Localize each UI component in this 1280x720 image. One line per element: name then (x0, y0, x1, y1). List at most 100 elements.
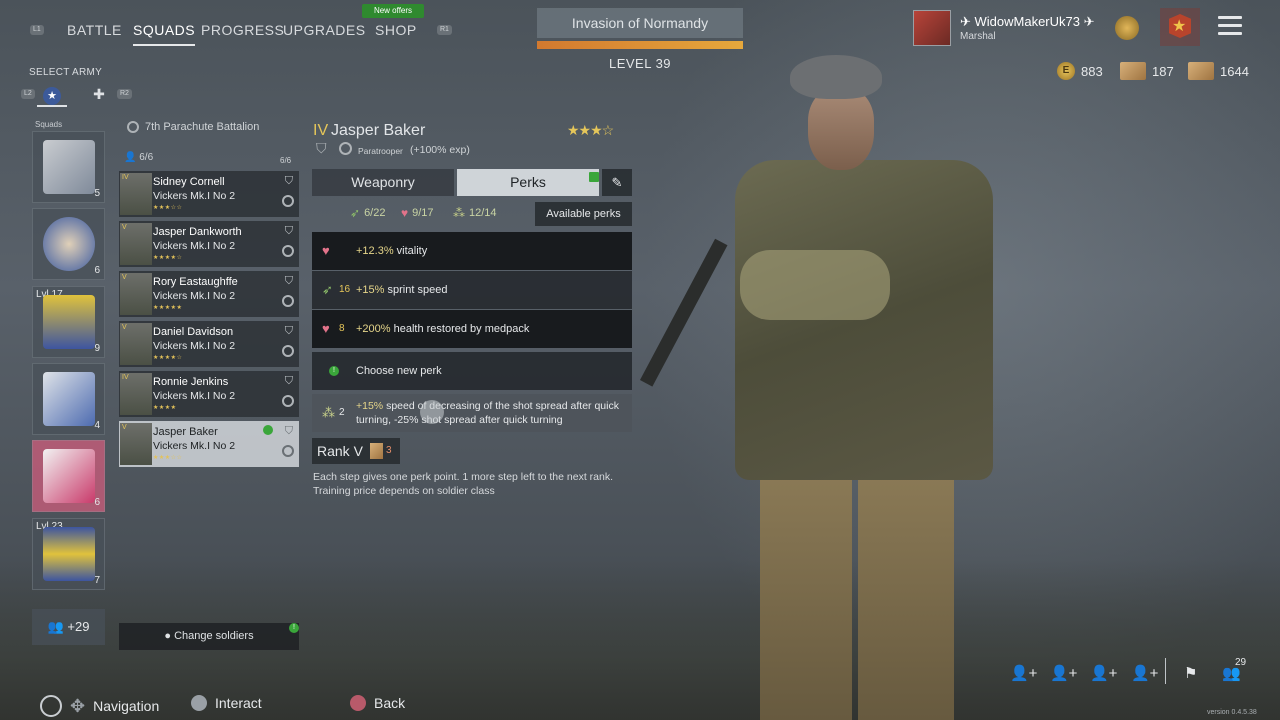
add-soldier-icon[interactable]: 👤+ (1131, 664, 1158, 682)
heart-icon: ♥ (322, 321, 330, 336)
perk-highlight: +15% (356, 284, 385, 296)
squad-card[interactable]: 6 (32, 208, 105, 280)
pencil-icon: ✎ (611, 175, 623, 190)
squad-count: 4 (94, 420, 100, 431)
tab-perks[interactable]: Perks (457, 169, 599, 196)
rank-star-icon[interactable]: ★ (1160, 8, 1200, 46)
add-soldier-icon[interactable]: 👤+ (1010, 664, 1037, 682)
add-soldier-icon[interactable]: 👤+ (1090, 664, 1117, 682)
perk-row-focused[interactable]: ⁂ 2 +15% speed of decreasing of the shot… (312, 394, 632, 432)
ticket-a-amount: 187 (1152, 63, 1174, 79)
info-icon: ! (329, 366, 339, 376)
perk-text: +15% speed of decreasing of the shot spr… (356, 399, 626, 427)
army-axis-tab[interactable]: ✚ (88, 84, 110, 104)
soldier-row[interactable]: V Jasper Dankworth Vickers Mk.I No 2 ★★★… (119, 221, 299, 267)
parachute-icon: ⛉ (284, 425, 293, 437)
army-allies-tab[interactable]: ★ (37, 84, 67, 107)
tab-shop[interactable]: SHOP (375, 22, 417, 38)
soldier-row[interactable]: V Rory Eastaughffe Vickers Mk.I No 2 ★★★… (119, 271, 299, 317)
points-value: 12/14 (469, 207, 497, 219)
perk-description: sprint speed (384, 284, 448, 296)
squad-card[interactable]: Lvl 17 9 (32, 286, 105, 358)
username-text: WidowMakerUk73 (974, 14, 1080, 29)
soldier-portrait: IV (120, 373, 152, 415)
parachute-icon: ⛉ (284, 175, 293, 187)
soldier-weapon: Vickers Mk.I No 2 (153, 190, 236, 202)
event-title[interactable]: Invasion of Normandy (537, 8, 743, 38)
soldier-beret (790, 55, 882, 99)
soldier-row[interactable]: IV Ronnie Jenkins Vickers Mk.I No 2 ★★★★… (119, 371, 299, 417)
gold-currency: E 883 (1057, 62, 1103, 80)
back-hint[interactable]: Back (350, 695, 405, 711)
username[interactable]: ✈ WidowMakerUk73 ✈ (960, 14, 1095, 30)
rank-up-button[interactable]: Rank V 3 (312, 438, 400, 464)
soldier-weapon: Vickers Mk.I No 2 (153, 390, 236, 402)
perk-text: Choose new perk (356, 365, 442, 377)
soldier-rank: V (122, 424, 127, 431)
parachute-icon: ⛉ (284, 325, 293, 337)
soldier-row[interactable]: IV Sidney Cornell Vickers Mk.I No 2 ★★★☆… (119, 171, 299, 217)
perk-text: +200% health restored by medpack (356, 323, 529, 335)
class-badge-icon (339, 142, 352, 155)
avatar[interactable] (913, 10, 951, 46)
add-soldier-icon[interactable]: 👤+ (1050, 664, 1077, 682)
detail-rank: IV (313, 122, 329, 139)
choose-perk-row[interactable]: ! Choose new perk (312, 352, 632, 390)
perk-cost: 2 (339, 407, 345, 418)
squad-card[interactable]: 5 (32, 131, 105, 203)
squad-card[interactable]: 4 (32, 363, 105, 435)
perk-row[interactable]: ♥ 8 +200% health restored by medpack (312, 310, 632, 348)
perk-cost: 8 (339, 323, 345, 334)
perk-cost: 16 (339, 284, 351, 295)
tab-battle[interactable]: BATTLE (67, 22, 122, 38)
squad-emblem-icon (43, 217, 95, 271)
soldier-name: Jasper Baker (153, 426, 218, 438)
tab-squads[interactable]: SQUADS (133, 22, 196, 46)
soldier-row-selected[interactable]: V Jasper Baker Vickers Mk.I No 2 ★★★☆☆ ⛉ (119, 421, 299, 467)
tab-upgrades[interactable]: UPGRADES (283, 22, 366, 38)
soldier-weapon: Vickers Mk.I No 2 (153, 340, 236, 352)
more-squads-count: +29 (67, 619, 90, 634)
perk-row[interactable]: ♥ +12.3% vitality (312, 232, 632, 270)
r2-button-badge: R2 (117, 89, 132, 99)
ticket-icon (1120, 62, 1146, 80)
ticket-currency-b: 1644 (1188, 62, 1249, 80)
available-perks-button[interactable]: Available perks (535, 202, 632, 226)
soldier-stars: ★★★★☆ (153, 255, 183, 261)
tab-progress[interactable]: PROGRESS (201, 22, 284, 38)
boot-icon: ➶ (350, 206, 361, 220)
perk-highlight: +12.3% (356, 245, 394, 257)
class-badge-icon (282, 245, 294, 257)
soldier-stars: ★★★☆☆ (153, 455, 183, 461)
medal-icon[interactable] (1115, 16, 1139, 40)
tab-weaponry[interactable]: Weaponry (312, 169, 454, 196)
alert-icon: ! (289, 623, 299, 633)
squad-count: 9 (94, 343, 100, 354)
edit-button[interactable]: ✎ (602, 169, 632, 196)
soldier-row[interactable]: V Daniel Davidson Vickers Mk.I No 2 ★★★★… (119, 321, 299, 367)
soldier-name: Sidney Cornell (153, 176, 225, 188)
soldier-name: Daniel Davidson (153, 326, 234, 338)
detail-stars: ★★★☆ (567, 122, 614, 138)
parachute-icon: ⛉ (316, 140, 327, 156)
soldier-rank: V (122, 224, 127, 231)
soldier-head (808, 88, 874, 170)
new-offers-badge: New offers (362, 4, 424, 18)
menu-icon[interactable] (1218, 16, 1242, 38)
squad-card[interactable]: Lvl 23 7 (32, 518, 105, 590)
class-badge-icon (282, 295, 294, 307)
soldier-stars: ★★★★ (153, 405, 177, 411)
new-indicator-icon (589, 172, 599, 182)
soldier-rank: IV (122, 374, 129, 381)
left-stick-icon (40, 695, 62, 717)
bullets-icon: ⁂ (453, 206, 465, 220)
change-soldiers-button[interactable]: ● Change soldiers (119, 623, 299, 650)
squad-card-selected[interactable]: 6 (32, 440, 105, 512)
dpad-icon: ✥ (70, 695, 86, 716)
squad-count: 6 (94, 265, 100, 276)
more-squads-button[interactable]: 👥 +29 (32, 609, 105, 645)
heart-icon: ♥ (401, 206, 409, 220)
rank-description: Each step gives one perk point. 1 more s… (313, 471, 614, 497)
perk-row[interactable]: ➶ 16 +15% sprint speed (312, 271, 632, 309)
flag-icon[interactable]: ⚑ (1184, 664, 1197, 682)
